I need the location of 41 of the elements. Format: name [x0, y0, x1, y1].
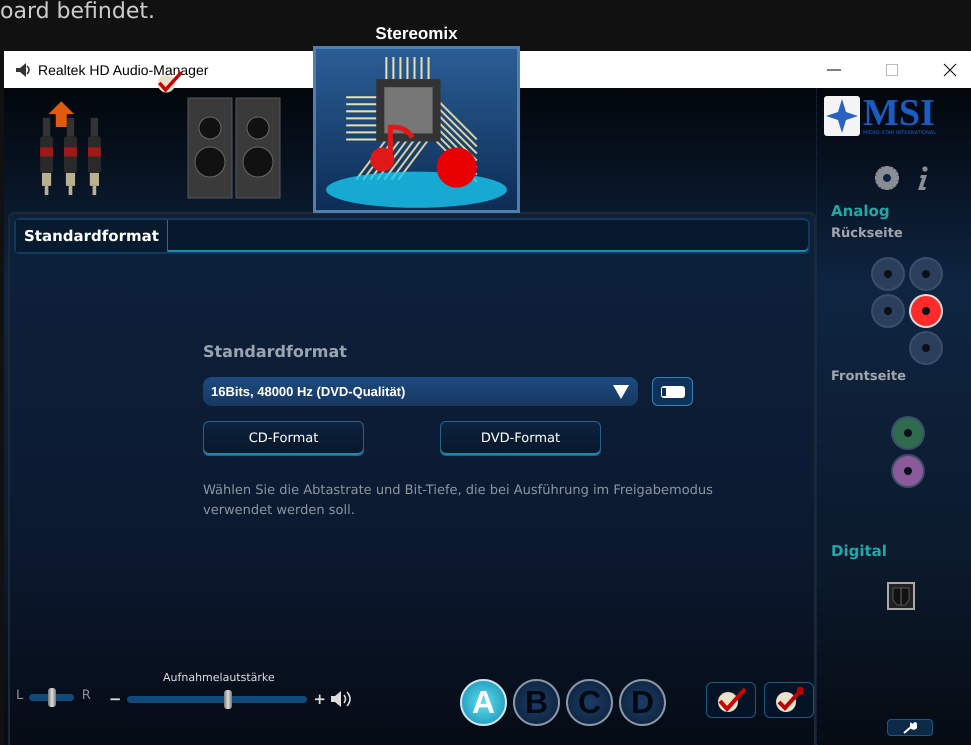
- background-text: oard befindet.: [0, 0, 155, 24]
- toggle-button[interactable]: [652, 377, 693, 406]
- speaker-icon: [14, 60, 32, 78]
- section-heading: Digital: [831, 542, 888, 560]
- section-subheading: Rückseite: [831, 226, 904, 241]
- tab[interactable]: Standardformat: [16, 220, 168, 252]
- optical-port-icon: [887, 582, 915, 610]
- description-text: Wählen Sie die Abtastrate und Bit-Tiefe, die bei Ausführung im Freigabemodus verwendet werden soll.: [203, 482, 714, 520]
- confirm-button[interactable]: [706, 682, 756, 718]
- device-tile[interactable]: [313, 46, 520, 213]
- device-label: Stereomix: [375, 23, 458, 45]
- plus-icon[interactable]: +: [313, 690, 326, 708]
- slider-thumb[interactable]: [224, 690, 232, 708]
- set-default-button[interactable]: [764, 682, 814, 718]
- logo-emblem-icon: [823, 95, 861, 137]
- toggle-icon: [660, 384, 686, 398]
- caret-icon: [612, 384, 630, 400]
- minimize-icon: [827, 68, 841, 70]
- wrench-button[interactable]: [887, 719, 933, 736]
- format-button[interactable]: CD-Format: [203, 421, 364, 456]
- maximize-icon: [885, 62, 899, 76]
- balance-label: L: [16, 688, 24, 703]
- audio-jack[interactable]: [911, 296, 941, 326]
- format-button[interactable]: DVD-Format: [440, 421, 601, 456]
- format-dropdown[interactable]: 16Bits, 48000 Hz (DVD-Qualität): [203, 377, 638, 406]
- settings-icon: [875, 166, 899, 190]
- close-icon: [943, 62, 957, 76]
- section-subheading: Frontseite: [831, 369, 907, 384]
- info-icon: [915, 166, 929, 192]
- slider-thumb[interactable]: [48, 688, 56, 707]
- window-title: Realtek HD Audio-Manager: [38, 62, 208, 78]
- balance-label: R: [82, 688, 91, 703]
- checkmark-icon: [715, 686, 747, 714]
- logo-text: MSI: [863, 96, 935, 130]
- speaker-icon: [330, 690, 352, 708]
- wrench-icon: [903, 722, 917, 734]
- section-heading: Standardformat: [203, 342, 348, 361]
- checkmark-icon: [773, 686, 805, 714]
- section-heading: Analog: [831, 202, 891, 220]
- volume-label: Aufnahmelautstärke: [162, 671, 276, 684]
- minus-icon[interactable]: −: [108, 690, 122, 708]
